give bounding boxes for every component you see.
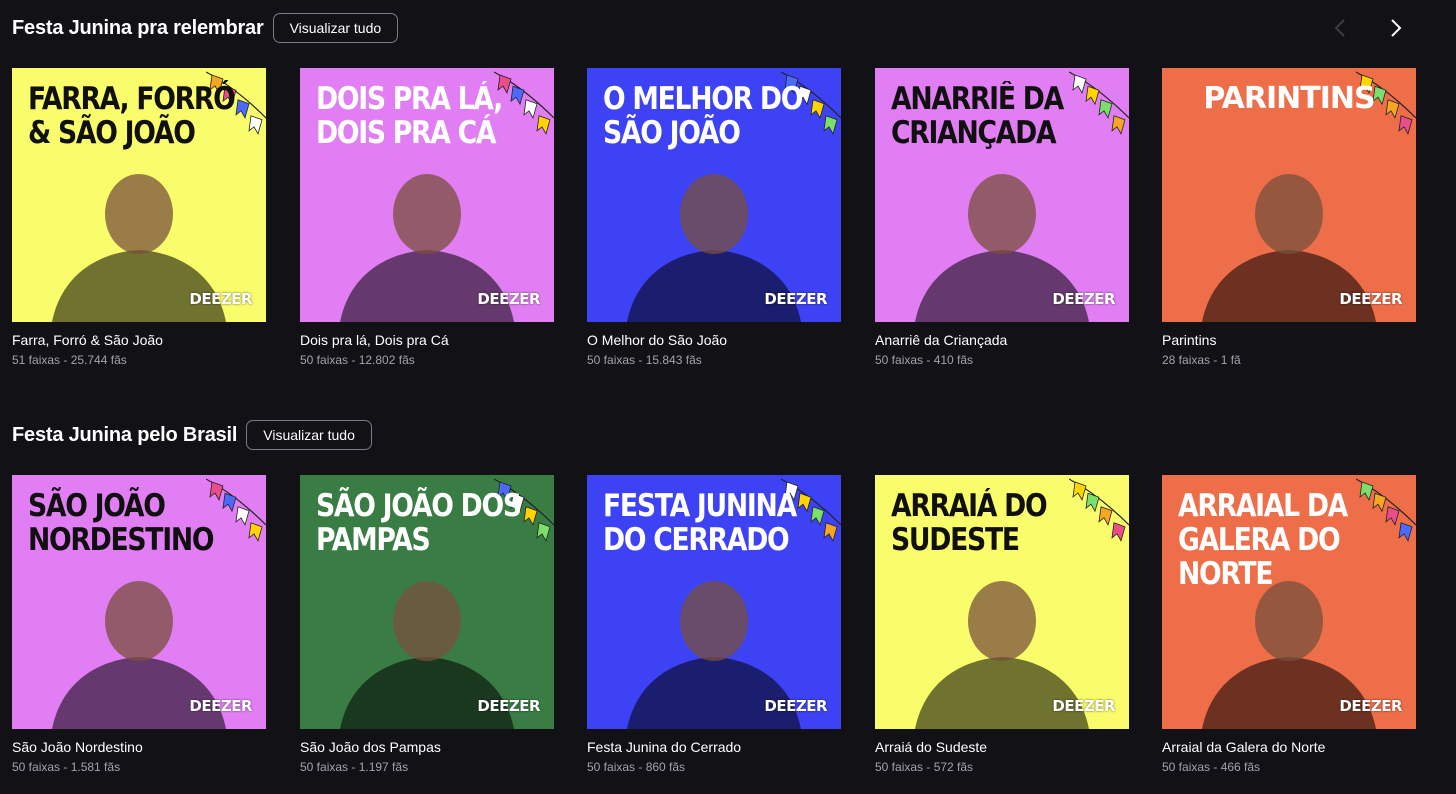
view-all-button[interactable]: Visualizar tudo — [246, 420, 372, 450]
cover-title: São João dos Pampas — [316, 488, 522, 558]
playlist-cover[interactable]: Festa Junina do Cerrado DEEZER — [587, 475, 841, 729]
carousel-nav — [1332, 14, 1404, 42]
playlist-meta: 51 faixas - 25.744 fãs — [12, 353, 127, 367]
playlist-meta: 50 faixas - 860 fãs — [587, 760, 686, 774]
playlist-title[interactable]: O Melhor do São João — [587, 332, 841, 350]
carousel-prev-button[interactable] — [1332, 14, 1348, 42]
deezer-logo: DEEZER — [477, 697, 540, 715]
deezer-logo: DEEZER — [189, 290, 252, 308]
playlist-cover[interactable]: Farra, Forró & São João DEEZER — [12, 68, 266, 322]
playlist-cover[interactable]: Dois pra lá, Dois pra cá DEEZER — [300, 68, 554, 322]
cover-title: São João Nordestino — [28, 488, 215, 558]
deezer-logo: DEEZER — [764, 697, 827, 715]
playlist-title[interactable]: Farra, Forró & São João — [12, 332, 266, 350]
playlist-meta: 50 faixas - 1.197 fãs — [300, 760, 409, 774]
playlist-meta: 50 faixas - 1.581 fãs — [12, 760, 121, 774]
playlist-cover[interactable]: Arraiá do Sudeste DEEZER — [875, 475, 1129, 729]
deezer-logo: DEEZER — [1339, 697, 1402, 715]
section-header: Festa Junina pra relembrar Visualizar tu… — [12, 12, 399, 44]
cover-title: Farra, Forró & São João — [28, 81, 236, 151]
playlist-card[interactable]: O Melhor do São João DEEZER O Melhor do Sã… — [587, 68, 841, 367]
playlist-cover[interactable]: Arraial da Galera do Norte DEEZER — [1162, 475, 1416, 729]
playlist-card[interactable]: Anarriê da Criançada DEEZER Anarriê da Cri… — [875, 68, 1129, 367]
playlist-title[interactable]: Dois pra lá, Dois pra Cá — [300, 332, 554, 350]
playlist-card[interactable]: São João Nordestino DEEZER São João Nordes… — [12, 475, 266, 774]
playlist-meta: 50 faixas - 466 fãs — [1162, 760, 1261, 774]
carousel-next-button[interactable] — [1388, 14, 1404, 42]
playlist-cover[interactable]: Parintins DEEZER — [1162, 68, 1416, 322]
section-title: Festa Junina pra relembrar — [12, 16, 264, 39]
playlist-meta: 50 faixas - 15.843 fãs — [587, 353, 702, 367]
playlist-card[interactable]: Arraiá do Sudeste DEEZER Arraiá do Sudeste… — [875, 475, 1129, 774]
playlist-card[interactable]: Parintins DEEZER Parintins 28 faixas - 1 fã — [1162, 68, 1416, 367]
section-title: Festa Junina pelo Brasil — [12, 423, 238, 446]
playlist-cover[interactable]: São João dos Pampas DEEZER — [300, 475, 554, 729]
view-all-button[interactable]: Visualizar tudo — [272, 13, 399, 43]
playlist-meta: 28 faixas - 1 fã — [1162, 353, 1241, 367]
cover-title: Dois pra lá, Dois pra cá — [316, 81, 503, 151]
cover-title: Arraiá do Sudeste — [891, 488, 1048, 558]
playlist-title[interactable]: São João Nordestino — [12, 739, 266, 757]
chevron-left-icon — [1334, 19, 1345, 37]
cover-title: Parintins — [1203, 81, 1375, 116]
playlist-cover[interactable]: O Melhor do São João DEEZER — [587, 68, 841, 322]
playlist-card[interactable]: Arraial da Galera do Norte DEEZER Arraial … — [1162, 475, 1416, 774]
playlist-cover[interactable]: Anarriê da Criançada DEEZER — [875, 68, 1129, 322]
playlist-title[interactable]: Arraiá do Sudeste — [875, 739, 1129, 757]
deezer-logo: DEEZER — [764, 290, 827, 308]
deezer-logo: DEEZER — [1052, 290, 1115, 308]
playlist-title[interactable]: São João dos Pampas — [300, 739, 554, 757]
playlist-meta: 50 faixas - 410 fãs — [875, 353, 974, 367]
playlist-meta: 50 faixas - 12.802 fãs — [300, 353, 415, 367]
playlist-card[interactable]: São João dos Pampas DEEZER São João dos Pa… — [300, 475, 554, 774]
playlist-title[interactable]: Festa Junina do Cerrado — [587, 739, 841, 757]
deezer-logo: DEEZER — [1339, 290, 1402, 308]
playlist-card[interactable]: Farra, Forró & São João DEEZER Farra, Forr… — [12, 68, 266, 367]
playlist-cover[interactable]: São João Nordestino DEEZER — [12, 475, 266, 729]
playlist-title[interactable]: Parintins — [1162, 332, 1416, 350]
section-header: Festa Junina pelo Brasil Visualizar tudo — [12, 419, 372, 451]
cover-title: Anarriê da Criançada — [891, 81, 1064, 151]
chevron-right-icon — [1391, 19, 1402, 37]
playlist-meta: 50 faixas - 572 fãs — [875, 760, 974, 774]
deezer-logo: DEEZER — [1052, 697, 1115, 715]
cover-title: Festa Junina do Cerrado — [603, 488, 797, 558]
playlist-card[interactable]: Dois pra lá, Dois pra cá DEEZER Dois pra l… — [300, 68, 554, 367]
deezer-logo: DEEZER — [477, 290, 540, 308]
deezer-logo: DEEZER — [189, 697, 252, 715]
playlist-card[interactable]: Festa Junina do Cerrado DEEZER Festa Junin… — [587, 475, 841, 774]
playlist-title[interactable]: Anarriê da Criançada — [875, 332, 1129, 350]
cover-title: Arraial da Galera do Norte — [1178, 488, 1348, 592]
cover-title: O Melhor do São João — [603, 81, 803, 151]
playlist-title[interactable]: Arraial da Galera do Norte — [1162, 739, 1416, 757]
